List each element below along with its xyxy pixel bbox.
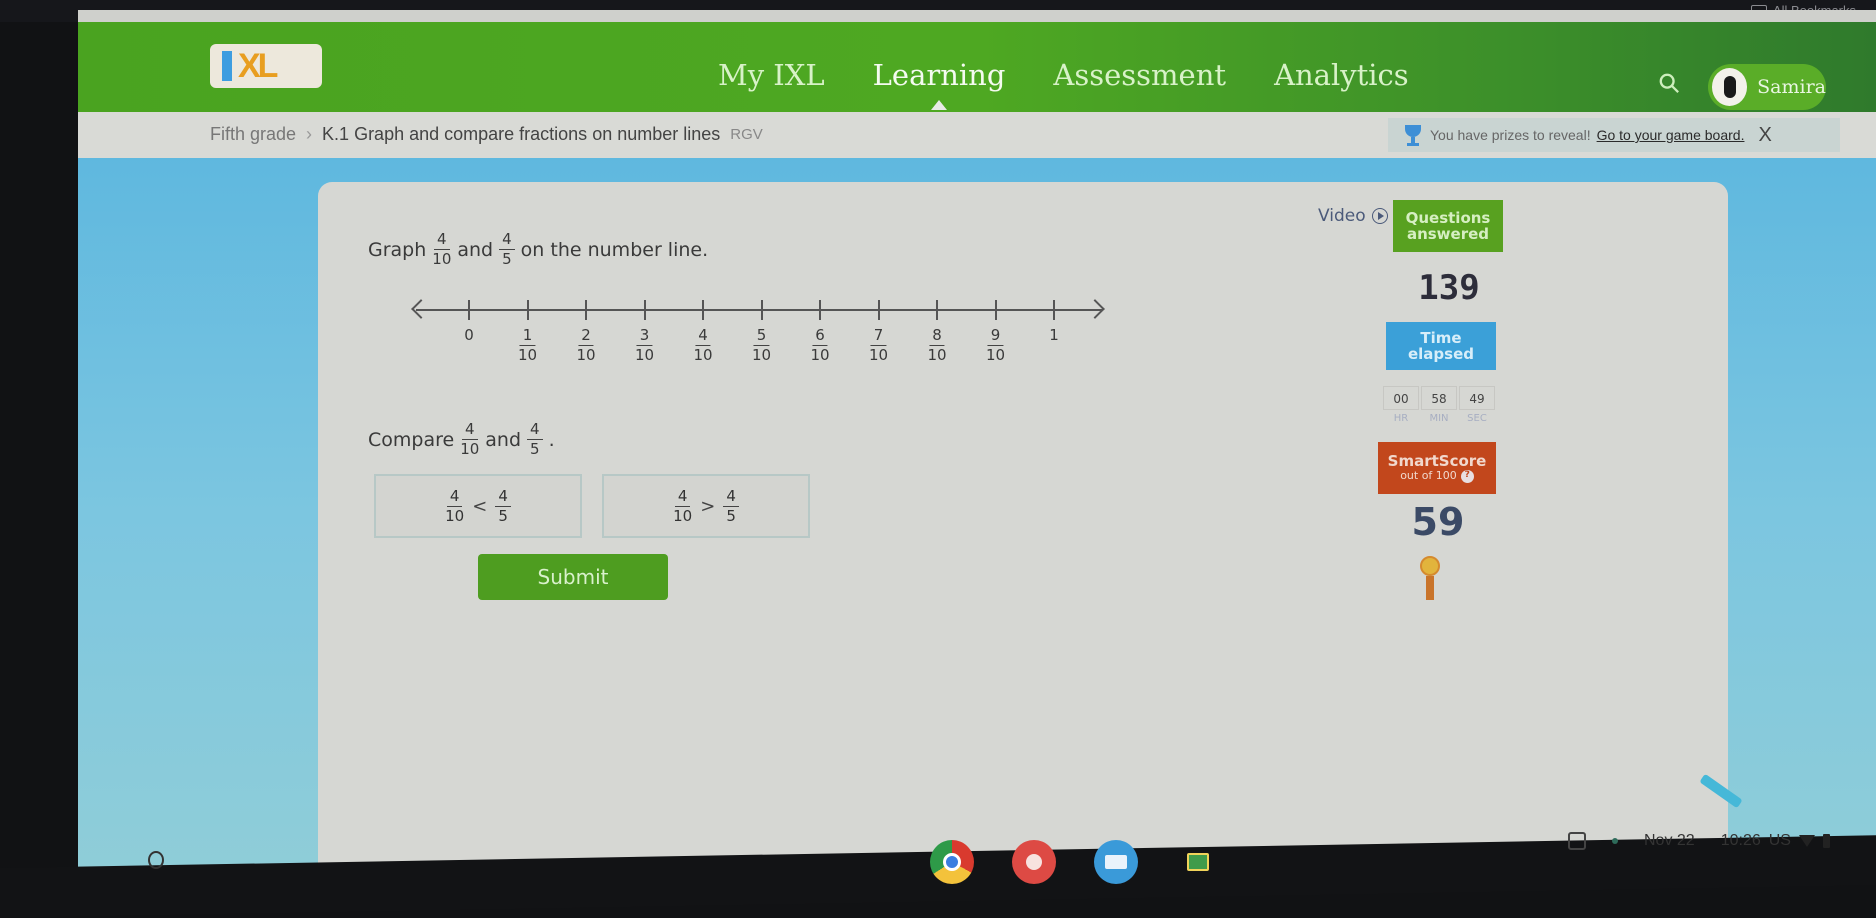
- chevron-right-icon: ›: [306, 124, 313, 144]
- nav-learning[interactable]: Learning: [873, 58, 1006, 92]
- choice-greater-than[interactable]: 4 10 > 45: [602, 474, 810, 538]
- compare-suffix: .: [548, 428, 555, 451]
- less-than-symbol: <: [472, 495, 488, 517]
- tray-locale: US: [1768, 832, 1791, 849]
- tick-label: 6 10: [810, 326, 830, 364]
- battery-icon: [1822, 834, 1830, 848]
- tick-label: 2 10: [576, 326, 596, 364]
- graph-prefix: Graph: [368, 238, 427, 261]
- fraction-a: 4 10: [460, 420, 480, 458]
- avatar: [1712, 68, 1748, 106]
- close-icon[interactable]: X: [1758, 124, 1771, 147]
- holding-space-icon[interactable]: [1568, 832, 1586, 850]
- classroom-icon[interactable]: [1176, 840, 1220, 884]
- status-dot-icon: [1612, 838, 1618, 844]
- questions-answered-count: 139: [1418, 268, 1480, 308]
- tick-label: 0: [464, 326, 474, 344]
- skill-tag: RGV: [730, 126, 763, 143]
- number-line[interactable]: 0 1 10 2 10 3 10 4 10 5 10 6 10 7 10 8 10 9 10 1: [408, 292, 1108, 372]
- tray-status[interactable]: 10:26 US: [1721, 832, 1830, 850]
- nav-my-ixl[interactable]: My IXL: [718, 58, 825, 92]
- fraction-b: 45: [527, 422, 543, 457]
- play-icon: [1371, 208, 1388, 224]
- arrow-right-icon: [1085, 299, 1105, 319]
- paint-app-icon[interactable]: [1012, 840, 1056, 884]
- number-line-tick[interactable]: [643, 300, 646, 320]
- number-line-tick[interactable]: [994, 300, 997, 320]
- user-menu-button[interactable]: Samira: [1708, 64, 1826, 110]
- tick-label: 7 10: [868, 326, 889, 364]
- timer-seconds: 49 SEC: [1459, 386, 1495, 424]
- medal-icon: [1418, 556, 1442, 604]
- search-icon[interactable]: [1658, 72, 1680, 94]
- smartscore-label: SmartScore out of 100?: [1378, 442, 1496, 494]
- video-link[interactable]: Video: [1318, 206, 1388, 226]
- logo-text: XL: [238, 46, 278, 85]
- number-line-tick[interactable]: [760, 300, 763, 320]
- answer-choices: 4 10 < 45 4 10 > 45: [374, 474, 810, 538]
- wifi-icon: [1798, 835, 1815, 847]
- tick-label: 8 10: [927, 326, 947, 364]
- breadcrumb-skill: K.1 Graph and compare fractions on numbe…: [322, 124, 721, 144]
- number-line-tick[interactable]: [936, 300, 938, 320]
- timer-minutes: 58 MIN: [1421, 386, 1457, 424]
- number-line-tick[interactable]: [819, 300, 821, 320]
- game-board-link[interactable]: Go to your game board.: [1597, 127, 1745, 143]
- number-line-tick[interactable]: [877, 300, 880, 320]
- number-line-tick[interactable]: [1053, 300, 1055, 320]
- logo-bar: [222, 51, 232, 81]
- time-elapsed-label: Time elapsed: [1386, 322, 1496, 370]
- practice-panel: Graph 4 10 and 45 on the number line. 011…: [318, 182, 1728, 870]
- nav-assessment[interactable]: Assessment: [1053, 58, 1226, 92]
- cards-app-icon[interactable]: [1094, 840, 1138, 884]
- greater-than-symbol: >: [700, 495, 716, 517]
- tray-date[interactable]: Nov 22: [1644, 832, 1695, 850]
- timer-hours: 00 HR: [1383, 386, 1419, 424]
- breadcrumb: Fifth grade › K.1 Graph and compare frac…: [210, 124, 763, 145]
- breadcrumb-bar: Fifth grade › K.1 Graph and compare frac…: [78, 112, 1876, 158]
- tray-time: 10:26: [1720, 832, 1761, 849]
- tick-label: 1: [1049, 326, 1059, 344]
- smartscore-value: 59: [1411, 500, 1465, 544]
- nav-analytics[interactable]: Analytics: [1274, 58, 1409, 92]
- tick-label: 5 10: [751, 326, 772, 364]
- ixl-logo[interactable]: XL: [210, 44, 322, 88]
- ixl-header: XL My IXL Learning Assessment Analytics …: [78, 22, 1876, 112]
- number-line-axis: [416, 309, 1102, 311]
- prize-banner: You have prizes to reveal! Go to your ga…: [1388, 118, 1840, 152]
- shelf-apps: [930, 840, 1220, 884]
- browser-viewport: XL My IXL Learning Assessment Analytics …: [78, 10, 1876, 870]
- chrome-icon[interactable]: [930, 840, 974, 884]
- number-line-tick[interactable]: [585, 300, 587, 320]
- timer: 00 HR 58 MIN 49 SEC: [1383, 386, 1495, 424]
- tick-label: 4 10: [693, 326, 713, 364]
- tick-label: 3 10: [634, 326, 655, 364]
- system-tray[interactable]: Nov 22 10:26 US: [1568, 832, 1830, 850]
- launcher-icon[interactable]: [148, 851, 164, 869]
- choice-less-than[interactable]: 4 10 < 45: [374, 474, 582, 538]
- graph-and: and: [457, 238, 494, 261]
- compare-and: and: [485, 428, 522, 451]
- arrow-left-icon: [411, 299, 431, 319]
- user-name: Samira: [1757, 76, 1826, 98]
- prize-text: You have prizes to reveal!: [1430, 127, 1591, 143]
- help-icon[interactable]: ?: [1460, 469, 1474, 483]
- compare-prompt: Compare 4 10 and 45 .: [368, 422, 555, 457]
- number-line-tick[interactable]: [468, 300, 470, 320]
- tick-label: 9 10: [985, 326, 1006, 364]
- compare-prefix: Compare: [368, 428, 455, 451]
- main-nav: My IXL Learning Assessment Analytics: [718, 58, 1409, 92]
- tick-label: 1 10: [517, 326, 538, 364]
- submit-button[interactable]: Submit: [478, 554, 668, 600]
- questions-answered-label: Questions answered: [1393, 200, 1503, 252]
- trophy-icon: [1402, 123, 1424, 147]
- fraction-b: 45: [499, 232, 515, 267]
- graph-suffix: on the number line.: [520, 238, 709, 261]
- fraction-a: 4 10: [432, 230, 452, 268]
- number-line-tick[interactable]: [526, 300, 529, 320]
- breadcrumb-grade[interactable]: Fifth grade: [210, 124, 296, 145]
- video-label: Video: [1318, 206, 1366, 226]
- number-line-tick[interactable]: [702, 300, 704, 320]
- graph-prompt: Graph 4 10 and 45 on the number line.: [368, 232, 708, 267]
